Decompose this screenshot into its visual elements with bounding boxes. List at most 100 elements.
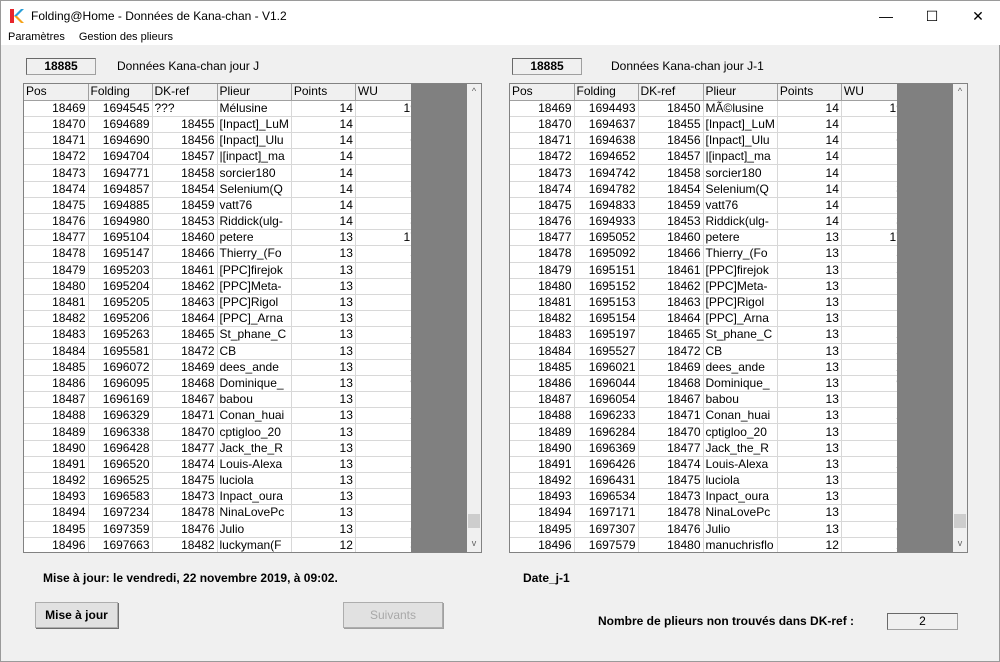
table-row[interactable]: 18477169510418460petere1317 xyxy=(24,229,420,247)
table-row[interactable]: 18473169477118458sorcier180141 xyxy=(24,164,420,182)
table-row[interactable]: 18490169642818477Jack_the_R131 xyxy=(24,440,420,457)
maximize-button[interactable]: ☐ xyxy=(909,1,955,31)
table-row[interactable]: 18491169642618474Louis-Alexa132 xyxy=(510,456,906,474)
grid-table: Pos Folding DK-ref Plieur Points WU 18469 16944… xyxy=(510,84,906,552)
cell-folding: 1694771 xyxy=(88,164,153,182)
table-row[interactable]: 18488169623318471Conan_huai132 xyxy=(510,407,906,425)
table-row[interactable]: 18488169632918471Conan_huai132 xyxy=(24,407,420,425)
next-button[interactable]: Suivants xyxy=(343,602,443,628)
cell-pos: 18477 xyxy=(510,229,575,247)
cell-pos: 18473 xyxy=(24,164,89,182)
table-row[interactable]: 18480169520418462[PPC]Meta-131 xyxy=(24,278,420,295)
table-row[interactable]: 18479169520318461[PPC]firejok135 xyxy=(24,262,420,279)
app-logo-icon xyxy=(9,8,25,24)
table-row[interactable]: 18471169469018456[Inpact]_Ulu146 xyxy=(24,132,420,150)
vertical-scrollbar[interactable]: ^ v xyxy=(953,84,967,552)
cell-pos: 18492 xyxy=(24,472,89,490)
column-header-plieur[interactable]: Plieur xyxy=(217,84,292,101)
column-header-pos[interactable]: Pos xyxy=(510,84,575,101)
table-row[interactable]: 18486169604418468Dominique_139 xyxy=(510,375,906,393)
column-header-dk-ref[interactable]: DK-ref xyxy=(152,84,218,101)
table-row[interactable]: 18492169652518475luciola131 xyxy=(24,472,420,490)
column-header-wu[interactable]: WU xyxy=(355,84,420,101)
minimize-button[interactable]: — xyxy=(863,1,909,31)
table-row[interactable]: 18477169505218460petere1317 xyxy=(510,229,906,247)
table-row[interactable]: 18484169558118472CB135 xyxy=(24,343,420,360)
table-row[interactable]: 18478169514718466Thierry_(Fo135 xyxy=(24,245,420,263)
table-row[interactable]: 18476169498018453Riddick(ulg-143 xyxy=(24,213,420,231)
table-row[interactable]: 18474169478218454Selenium(Q143 xyxy=(510,181,906,198)
scroll-thumb[interactable] xyxy=(468,514,480,528)
column-header-folding[interactable]: Folding xyxy=(574,84,639,101)
table-row[interactable]: 18472169465218457|[inpact]_ma141 xyxy=(510,148,906,166)
table-row[interactable]: 18482169520618464[PPC]_Arna131 xyxy=(24,310,420,328)
table-row[interactable]: 18485169607218469dees_ande132 xyxy=(24,359,420,376)
cell-plieur: [Inpact]_Ulu xyxy=(703,132,778,150)
column-header-points[interactable]: Points xyxy=(291,84,356,101)
cell-pos: 18488 xyxy=(24,407,89,425)
table-row[interactable]: 18493169658318473Inpact_oura131 xyxy=(24,488,420,506)
table-row[interactable]: 18487169605418467babou131 xyxy=(510,391,906,409)
table-row[interactable]: 18476169493318453Riddick(ulg-143 xyxy=(510,213,906,231)
menu-gestion-plieurs[interactable]: Gestion des plieurs xyxy=(79,31,173,45)
table-row[interactable]: 18492169643118475luciola131 xyxy=(510,472,906,490)
column-header-dk-ref[interactable]: DK-ref xyxy=(638,84,704,101)
table-row[interactable]: 18496169757918480manuchrisflo122 xyxy=(510,537,906,552)
table-row[interactable]: 18474169485718454Selenium(Q143 xyxy=(24,181,420,198)
table-row[interactable]: 18470169468918455[Inpact]_LuM141 xyxy=(24,116,420,134)
table-row[interactable]: 18484169552718472CB135 xyxy=(510,343,906,360)
cell-folding: 1695092 xyxy=(574,245,639,263)
cell-wu: 1 xyxy=(841,423,906,441)
left-data-grid[interactable]: Pos Folding DK-ref Plieur Points WU 18469 16945… xyxy=(23,83,482,553)
scroll-down-icon[interactable]: v xyxy=(953,538,967,552)
cell-dk-ref: 18467 xyxy=(638,391,704,409)
table-row[interactable]: 18495169730718476Julio136 xyxy=(510,521,906,538)
scroll-thumb[interactable] xyxy=(954,514,966,528)
column-header-plieur[interactable]: Plieur xyxy=(703,84,778,101)
table-row[interactable]: 18483169519718465St_phane_C132 xyxy=(510,326,906,344)
update-button[interactable]: Mise à jour xyxy=(35,602,118,628)
scroll-up-icon[interactable]: ^ xyxy=(953,86,967,100)
table-row[interactable]: 18494169717118478NinaLovePc131 xyxy=(510,504,906,522)
table-row[interactable]: 18481169520518463[PPC]Rigol131 xyxy=(24,294,420,312)
menu-parametres[interactable]: Paramètres xyxy=(8,31,65,45)
table-row[interactable]: 18494169723418478NinaLovePc131 xyxy=(24,504,420,522)
vertical-scrollbar[interactable]: ^ v xyxy=(467,84,481,552)
table-row[interactable]: 18495169735918476Julio136 xyxy=(24,521,420,538)
table-row[interactable]: 18469169449318450MÃ©lusine1419 xyxy=(510,100,906,117)
column-header-wu[interactable]: WU xyxy=(841,84,906,101)
table-row[interactable]: 18475169483318459vatt76141 xyxy=(510,197,906,215)
table-row[interactable]: 18490169636918477Jack_the_R131 xyxy=(510,440,906,457)
table-row[interactable]: 18479169515118461[PPC]firejok135 xyxy=(510,262,906,279)
cell-dk-ref: 18453 xyxy=(638,213,704,231)
table-row[interactable]: 18496169766318482luckyman(F123 xyxy=(24,537,420,552)
cell-wu: 1 xyxy=(355,148,420,166)
table-row[interactable]: 18478169509218466Thierry_(Fo135 xyxy=(510,245,906,263)
right-data-grid[interactable]: Pos Folding DK-ref Plieur Points WU 18469 16944… xyxy=(509,83,968,553)
column-header-folding[interactable]: Folding xyxy=(88,84,153,101)
cell-dk-ref: 18466 xyxy=(152,245,218,263)
table-row[interactable]: 18475169488518459vatt76141 xyxy=(24,197,420,215)
column-header-pos[interactable]: Pos xyxy=(24,84,89,101)
table-row[interactable]: 18486169609518468Dominique_139 xyxy=(24,375,420,393)
table-row[interactable]: 18493169653418473Inpact_oura131 xyxy=(510,488,906,506)
table-row[interactable]: 18481169515318463[PPC]Rigol131 xyxy=(510,294,906,312)
table-row[interactable]: 18482169515418464[PPC]_Arna131 xyxy=(510,310,906,328)
table-row[interactable]: 18473169474218458sorcier180141 xyxy=(510,164,906,182)
table-row[interactable]: 18470169463718455[Inpact]_LuM141 xyxy=(510,116,906,134)
column-header-points[interactable]: Points xyxy=(777,84,842,101)
table-row[interactable]: 18472169470418457|[inpact]_ma141 xyxy=(24,148,420,166)
table-row[interactable]: 18489169628418470cptigloo_20131 xyxy=(510,423,906,441)
table-row[interactable]: 18483169526318465St_phane_C132 xyxy=(24,326,420,344)
table-row[interactable]: 18471169463818456[Inpact]_Ulu146 xyxy=(510,132,906,150)
scroll-down-icon[interactable]: v xyxy=(467,538,481,552)
scroll-up-icon[interactable]: ^ xyxy=(467,86,481,100)
table-row[interactable]: 18491169652018474Louis-Alexa132 xyxy=(24,456,420,474)
table-row[interactable]: 18485169602118469dees_ande132 xyxy=(510,359,906,376)
table-row[interactable]: 184691694545???Mélusine1419 xyxy=(24,100,420,117)
table-row[interactable]: 18487169616918467babou131 xyxy=(24,391,420,409)
cell-wu: 2 xyxy=(841,359,906,376)
table-row[interactable]: 18480169515218462[PPC]Meta-131 xyxy=(510,278,906,295)
table-row[interactable]: 18489169633818470cptigloo_20131 xyxy=(24,423,420,441)
close-button[interactable]: ✕ xyxy=(955,1,1000,31)
